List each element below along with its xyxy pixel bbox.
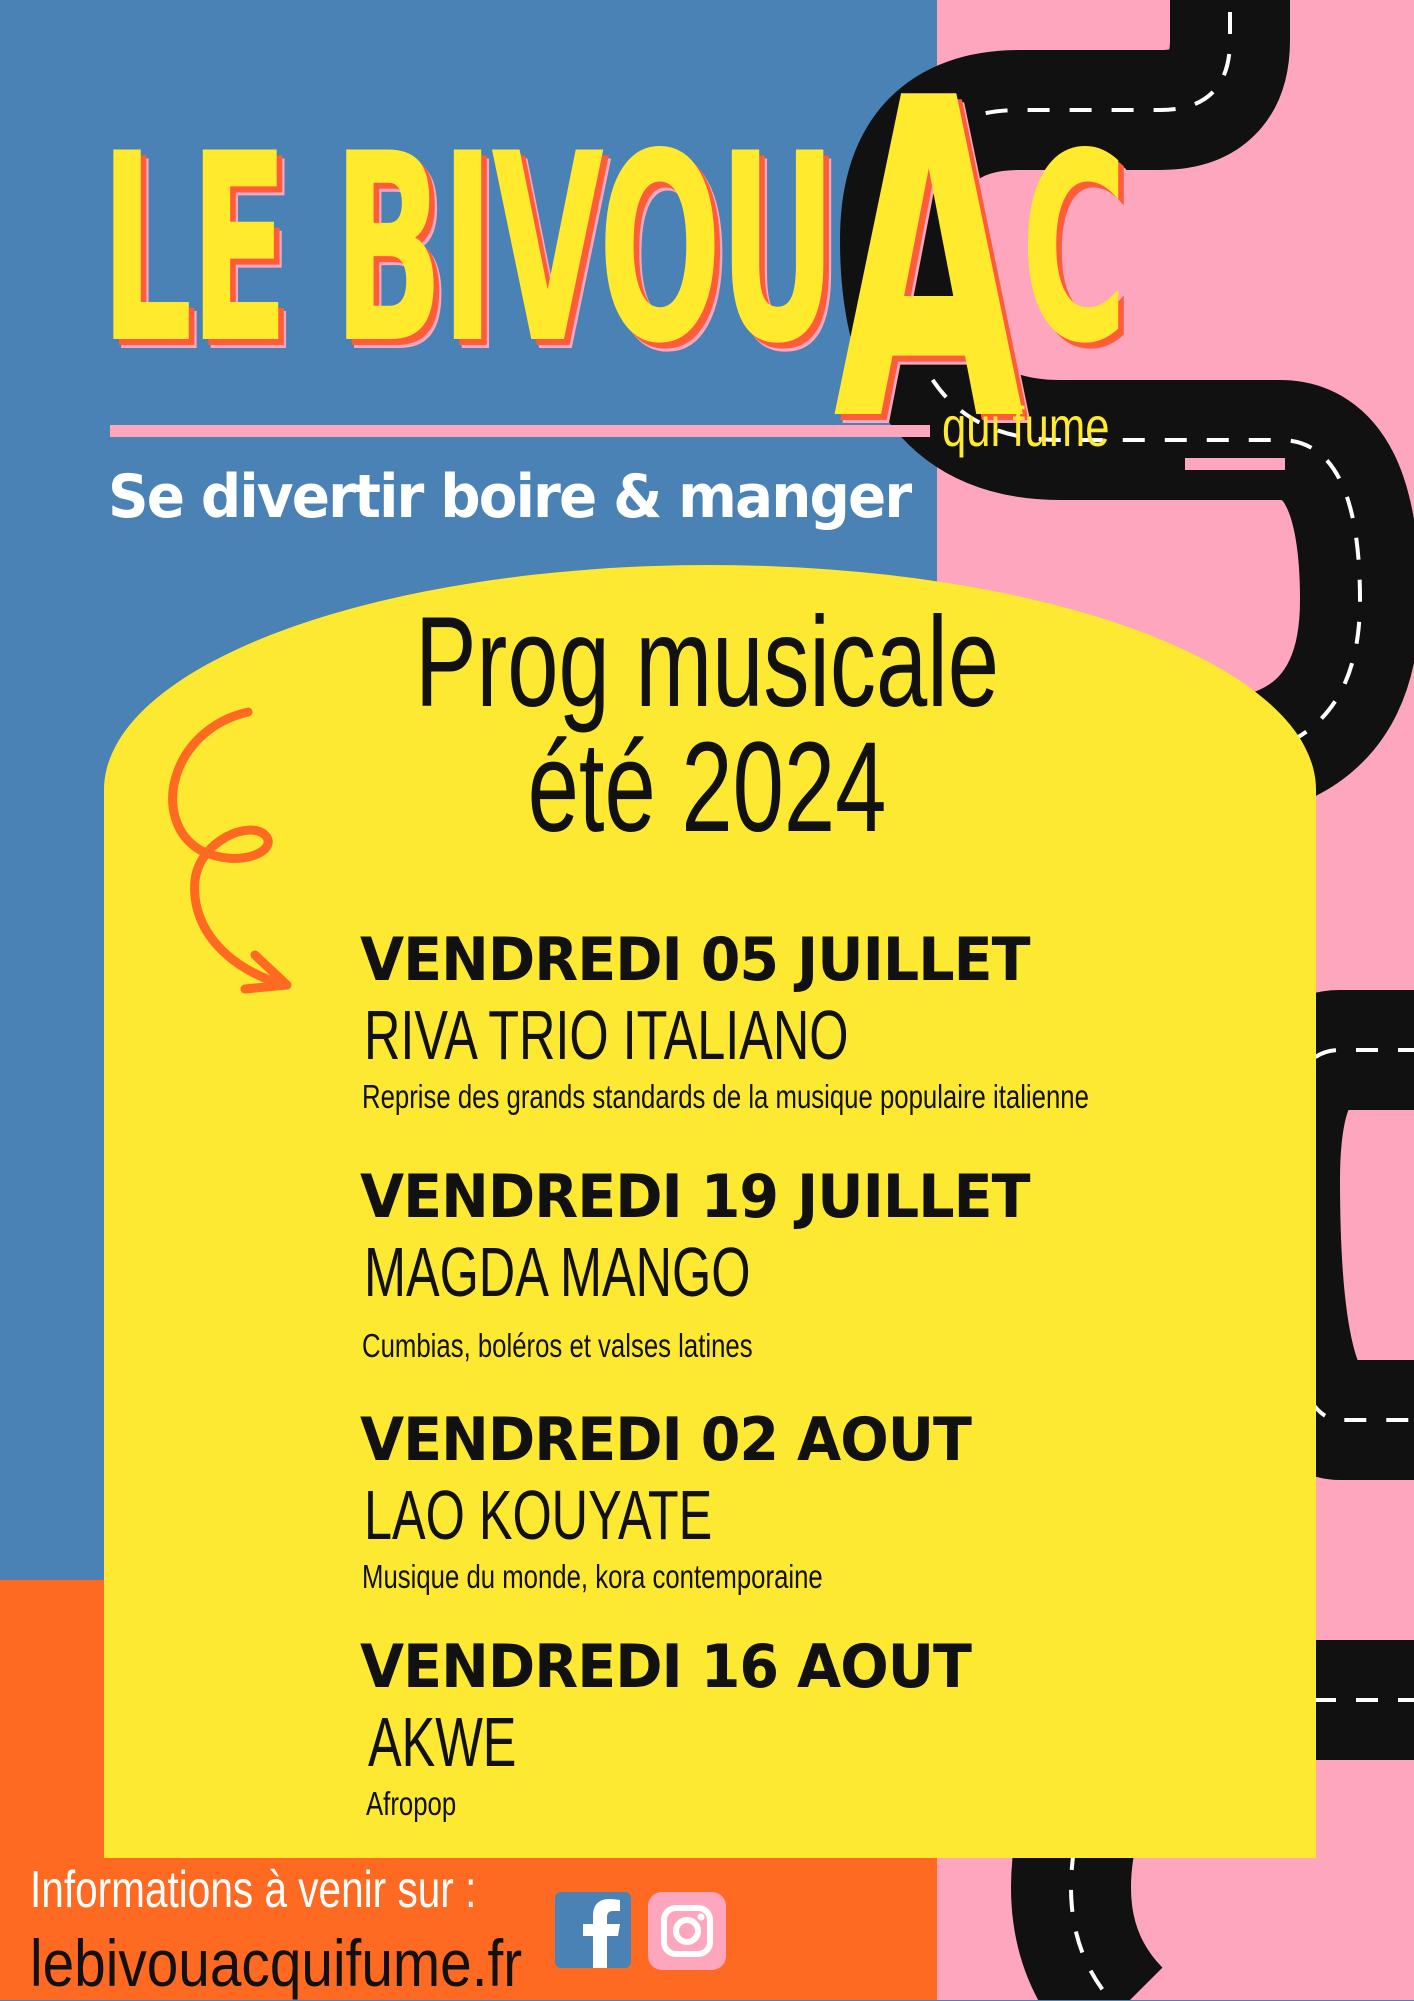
program-title-line2: été 2024 (527, 716, 887, 859)
divider-left (110, 425, 930, 437)
brand-title: LE BIVOUAC (100, 6, 1128, 518)
event-item: VENDREDI 05 JUILLET RIVA TRIO ITALIANO R… (360, 925, 1294, 1117)
program-title-line1: Prog musicale (415, 591, 999, 734)
event-date: VENDREDI 19 JUILLET (360, 1162, 1030, 1232)
event-date: VENDREDI 16 AOUT (360, 1632, 972, 1702)
footer-info: Informations à venir sur : (30, 1861, 477, 1919)
event-artist: LAO KOUYATE (364, 1476, 713, 1554)
divider-right (1185, 458, 1285, 470)
event-description: Afropop (366, 1785, 457, 1822)
event-item: VENDREDI 02 AOUT LAO KOUYATE Musique du … (360, 1405, 1003, 1597)
brand-title-big-a: A (833, 6, 1024, 518)
event-description: Musique du monde, kora contemporaine (362, 1558, 823, 1595)
website-link[interactable]: lebivouacquifume.fr (30, 1925, 522, 2001)
brand-title-text: LE BIVOU (100, 99, 837, 401)
brand-subtitle: qui fume (942, 395, 1110, 458)
event-item: VENDREDI 19 JUILLET MAGDA MANGO Cumbias,… (360, 1162, 1065, 1366)
event-artist: RIVA TRIO ITALIANO (364, 996, 849, 1074)
event-description: Reprise des grands standards de la musiq… (362, 1078, 1089, 1115)
brand-title-end: C (1020, 99, 1128, 401)
event-date: VENDREDI 02 AOUT (360, 1405, 972, 1475)
event-artist: AKWE (368, 1703, 517, 1781)
event-item: VENDREDI 16 AOUT AKWE Afropop (360, 1632, 1003, 1824)
event-artist: MAGDA MANGO (364, 1233, 751, 1311)
tagline: Se divertir boire & manger (108, 462, 912, 532)
event-description: Cumbias, boléros et valses latines (362, 1327, 753, 1364)
curly-arrow-icon (168, 707, 292, 994)
event-date: VENDREDI 05 JUILLET (360, 925, 1030, 995)
instagram-icon[interactable] (648, 1892, 726, 1970)
facebook-icon[interactable] (555, 1892, 631, 1968)
